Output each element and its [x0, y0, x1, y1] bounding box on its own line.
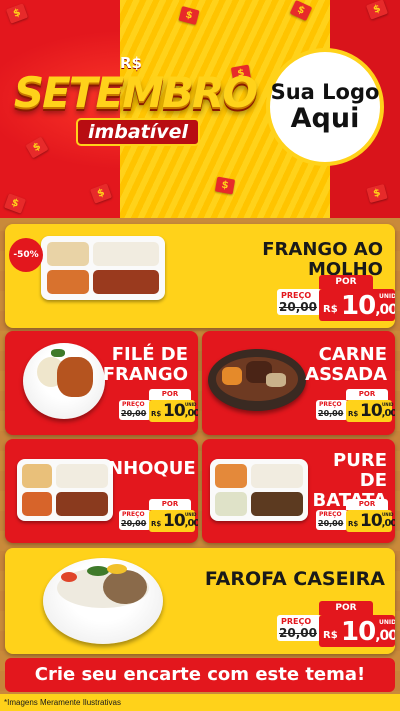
price-decimal: ,00 — [184, 518, 198, 529]
old-price: 20,00 — [279, 300, 317, 314]
cta-banner[interactable]: Crie seu encarte com este tema! — [5, 658, 395, 692]
money-bag-icon — [3, 193, 27, 214]
product-name: FAROFA CASEIRA — [204, 568, 385, 590]
food-tray-image — [210, 459, 308, 521]
old-price: 20,00 — [121, 409, 147, 418]
price-unit: UNID — [185, 512, 197, 517]
product-name-line1: CARNE — [318, 344, 387, 365]
product-name-line2: FRANGO — [102, 364, 188, 385]
food-tray-image — [17, 459, 113, 521]
price-unit: UNID — [185, 402, 197, 407]
food-bowl-image — [208, 349, 306, 411]
price-unit: UNID — [382, 512, 394, 517]
price-preco-label: PREÇO — [319, 401, 342, 408]
disclaimer-footnote: *Imagens Meramente Ilustrativas — [0, 694, 400, 711]
product-card-file-de-frango[interactable]: FILÉ DE FRANGO POR PREÇO 20,00 R$ 10,00 … — [5, 331, 198, 435]
old-price: 20,00 — [121, 519, 147, 528]
old-price: 20,00 — [318, 519, 344, 528]
price-integer: 10 — [360, 401, 383, 421]
discount-badge: -50% — [9, 238, 43, 272]
product-card-nhoque[interactable]: NHOQUE POR PREÇO 20,00 R$ 10,00 UNID — [5, 439, 198, 543]
product-name: CARNE ASSADA — [303, 345, 387, 385]
price-currency: R$ — [348, 520, 359, 528]
price-decimal: ,00 — [381, 408, 395, 419]
price-unit: UNID — [379, 293, 395, 300]
header-banner: R$ SETEMBRO imbatível Sua Logo Aqui — [0, 0, 400, 218]
promo-title: SETEMBRO — [13, 68, 258, 117]
product-name: FRANGO AO MOLHO — [262, 239, 383, 280]
price-preco-label: PREÇO — [122, 511, 145, 518]
price-decimal: ,00 — [381, 518, 395, 529]
money-bag-icon — [214, 176, 236, 195]
product-card-carne-assada[interactable]: CARNE ASSADA POR PREÇO 20,00 R$ 10,00 UN… — [202, 331, 395, 435]
price-integer: 10 — [341, 291, 376, 321]
old-price: 20,00 — [279, 626, 317, 640]
product-card-frango-ao-molho[interactable]: -50% FRANGO AO MOLHO POR PREÇO 20,00 R$ … — [5, 224, 395, 328]
logo-text-line2: Aqui — [290, 103, 360, 134]
price-tag: POR PREÇO 20,00 R$ 10,00 UNID — [316, 389, 395, 423]
money-bag-icon — [5, 3, 29, 24]
price-decimal: ,00 — [375, 302, 395, 318]
food-bowl-image — [23, 343, 105, 419]
price-integer: 10 — [163, 511, 186, 531]
price-preco-label: PREÇO — [319, 511, 342, 518]
money-bag-icon — [89, 183, 113, 204]
old-price: 20,00 — [318, 409, 344, 418]
promo-subtitle: imbatível — [76, 118, 200, 146]
price-integer: 10 — [163, 401, 186, 421]
product-name: NHOQUE — [108, 458, 196, 479]
price-integer: 10 — [341, 617, 376, 647]
price-decimal: ,00 — [184, 408, 198, 419]
price-currency: R$ — [151, 410, 162, 418]
price-currency: R$ — [348, 410, 359, 418]
price-preco-label: PREÇO — [122, 401, 145, 408]
price-integer: 10 — [360, 511, 383, 531]
price-unit: UNID — [382, 402, 394, 407]
price-tag: POR PREÇO 20,00 R$ 10,00 UNID — [277, 601, 395, 647]
product-name-line1: FILÉ DE — [111, 344, 188, 365]
price-tag: POR PREÇO 20,00 R$ 10,00 UNID — [277, 275, 395, 321]
price-decimal: ,00 — [375, 628, 395, 644]
product-name: FILÉ DE FRANGO — [98, 345, 188, 385]
logo-text-line1: Sua Logo — [270, 80, 380, 104]
price-por-label: POR — [319, 601, 373, 615]
price-por-label: POR — [346, 389, 388, 400]
product-card-pure-de-batata[interactable]: PURE DE BATATA POR PREÇO 20,00 R$ 10,00 … — [202, 439, 395, 543]
price-tag: POR PREÇO 20,00 R$ 10,00 UNID — [119, 389, 198, 423]
product-name-line1: PURE DE — [333, 450, 387, 491]
price-currency: R$ — [151, 520, 162, 528]
food-tray-image — [41, 236, 165, 300]
price-tag: POR PREÇO 20,00 R$ 10,00 UNID — [316, 499, 395, 533]
price-por-label: POR — [319, 275, 373, 289]
food-bowl-image — [43, 558, 163, 644]
logo-placeholder[interactable]: Sua Logo Aqui — [266, 48, 384, 166]
price-por-label: POR — [149, 499, 191, 510]
price-por-label: POR — [149, 389, 191, 400]
price-currency: R$ — [323, 630, 338, 641]
price-por-label: POR — [346, 499, 388, 510]
price-currency: R$ — [323, 304, 338, 315]
price-unit: UNID — [379, 619, 395, 626]
product-name-line2: ASSADA — [305, 364, 387, 385]
price-tag: POR PREÇO 20,00 R$ 10,00 UNID — [119, 499, 198, 533]
product-card-farofa-caseira[interactable]: FAROFA CASEIRA POR PREÇO 20,00 R$ 10,00 … — [5, 548, 395, 654]
